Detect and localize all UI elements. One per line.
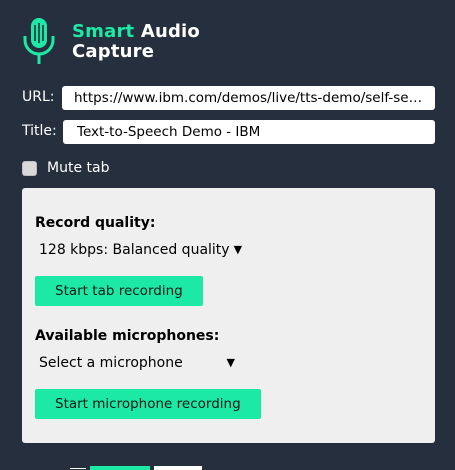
- microphones-label: Available microphones:: [35, 328, 220, 344]
- footer-divider: [70, 468, 86, 469]
- microphone-select-value: Select a microphone: [39, 355, 183, 371]
- chevron-down-icon: ▼: [233, 243, 243, 256]
- recording-panel: Record quality: 128 kbps: Balanced quali…: [22, 188, 435, 443]
- start-tab-recording-button[interactable]: Start tab recording: [35, 276, 203, 306]
- title-field[interactable]: Text-to-Speech Demo - IBM: [63, 120, 435, 144]
- microphone-select[interactable]: Select a microphone ▼: [35, 352, 235, 374]
- mute-tab-checkbox[interactable]: [22, 161, 37, 176]
- url-label: URL:: [22, 89, 55, 105]
- record-quality-value: 128 kbps: Balanced quality: [39, 242, 230, 258]
- url-row: URL: https://www.ibm.com/demos/live/tts-…: [22, 86, 435, 110]
- app-title: Smart Audio Capture: [72, 22, 200, 62]
- footer-text-shape: [154, 466, 202, 470]
- chevron-down-icon: ▼: [226, 356, 235, 369]
- footer-accent-shape: [90, 466, 150, 470]
- app-title-line2: Capture: [72, 41, 155, 62]
- mute-tab-label: Mute tab: [47, 160, 110, 176]
- microphone-icon: [23, 18, 55, 64]
- app-title-part1: Smart: [72, 21, 135, 42]
- url-field[interactable]: https://www.ibm.com/demos/live/tts-demo/…: [62, 86, 435, 110]
- footer-logo-peek: [70, 463, 230, 470]
- record-quality-select[interactable]: 128 kbps: Balanced quality ▼: [35, 239, 242, 261]
- start-microphone-recording-button[interactable]: Start microphone recording: [35, 389, 261, 419]
- record-quality-label: Record quality:: [35, 215, 156, 231]
- title-label: Title:: [22, 123, 57, 139]
- app-title-part2: Audio: [140, 21, 200, 42]
- title-row: Title: Text-to-Speech Demo - IBM: [22, 120, 435, 144]
